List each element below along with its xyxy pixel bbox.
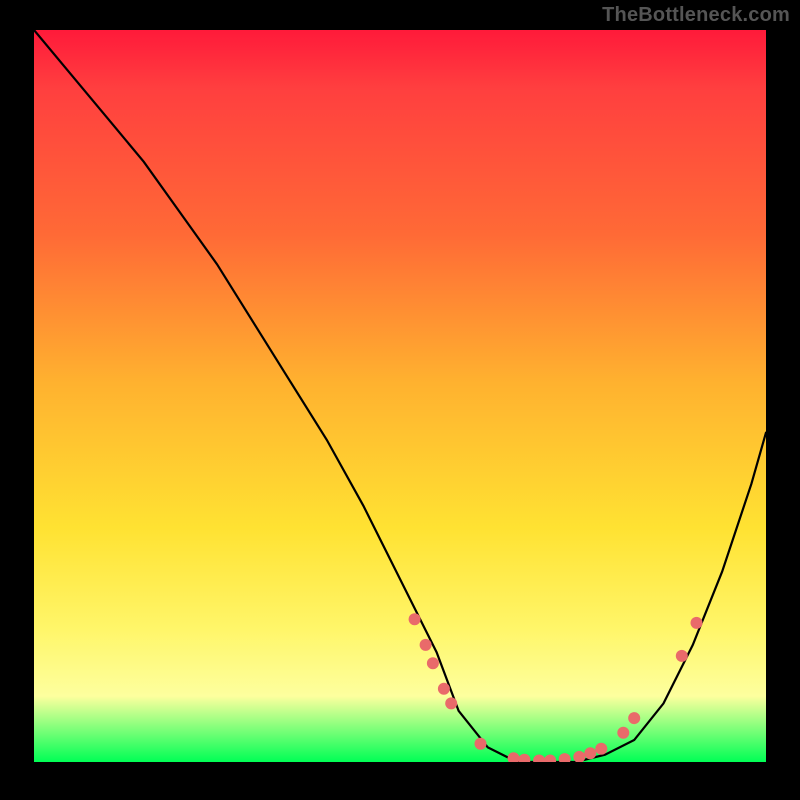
data-point [628,712,640,724]
data-point [617,727,629,739]
data-point [508,752,520,762]
data-point [573,751,585,762]
data-point [445,697,457,709]
data-point [595,743,607,755]
data-point [438,683,450,695]
data-point [584,747,596,759]
data-point [533,755,545,763]
data-point [409,613,421,625]
plot-area [34,30,766,762]
data-point [544,755,556,763]
chart-frame: TheBottleneck.com [0,0,800,800]
bottleneck-curve [34,30,766,762]
data-point-group [409,613,703,762]
chart-svg [34,30,766,762]
data-point [420,639,432,651]
data-point [559,753,571,762]
data-point [676,650,688,662]
data-point [475,738,487,750]
data-point [518,754,530,762]
watermark-label: TheBottleneck.com [602,4,790,27]
data-point [427,657,439,669]
data-point [691,617,703,629]
